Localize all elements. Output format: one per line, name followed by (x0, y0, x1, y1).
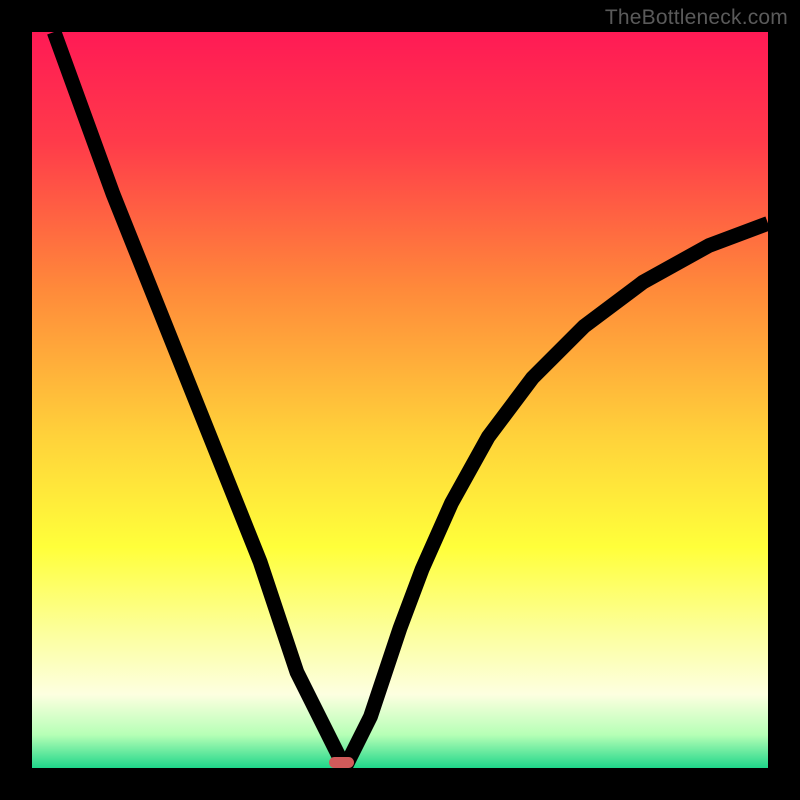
watermark-text: TheBottleneck.com (605, 6, 788, 30)
plot-area (32, 32, 768, 768)
bottleneck-curve (32, 32, 768, 768)
chart-frame: TheBottleneck.com (0, 0, 800, 800)
optimal-marker (329, 757, 354, 768)
